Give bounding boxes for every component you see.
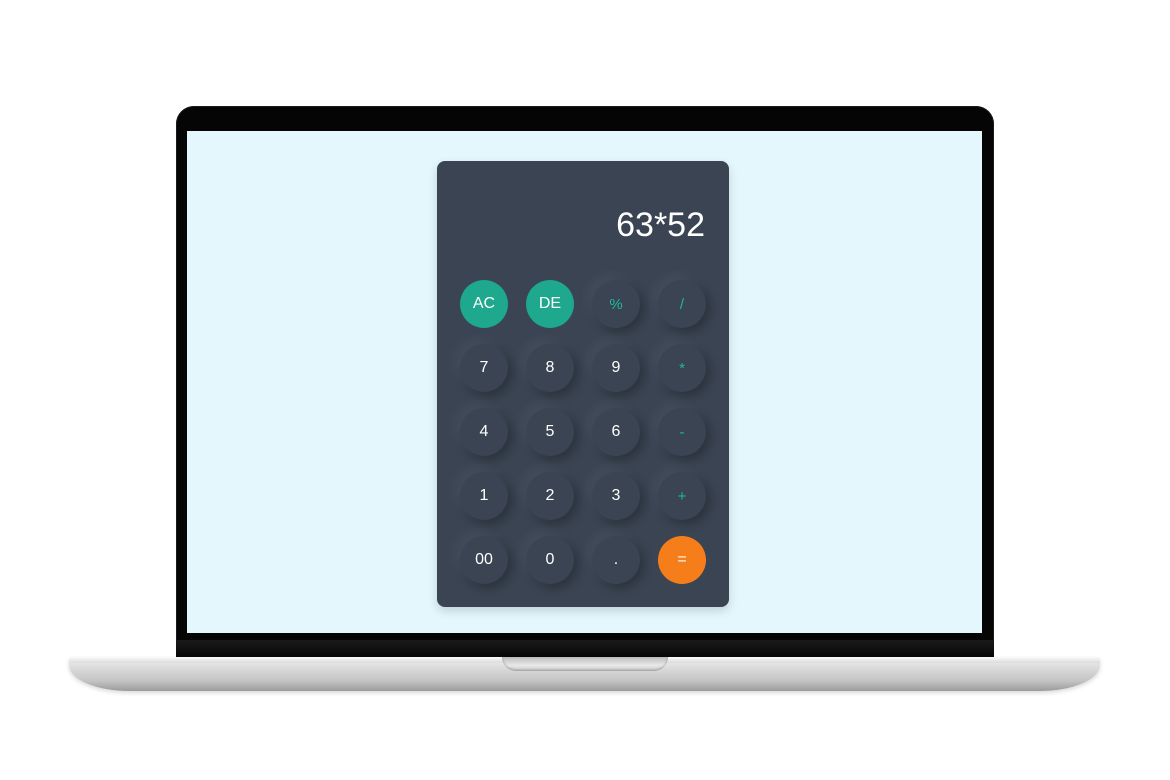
subtract-button[interactable]: - — [658, 408, 706, 456]
digit-9-button[interactable]: 9 — [592, 344, 640, 392]
laptop-mockup: 63*52 AC DE % / 7 8 9 * 4 5 6 - 1 2 3 + … — [0, 0, 1170, 780]
calculator-keypad: AC DE % / 7 8 9 * 4 5 6 - 1 2 3 + 00 0 .… — [460, 280, 706, 584]
calculator-display[interactable]: 63*52 — [457, 203, 705, 247]
digit-4-button[interactable]: 4 — [460, 408, 508, 456]
digit-0-button[interactable]: 0 — [526, 536, 574, 584]
delete-button[interactable]: DE — [526, 280, 574, 328]
percent-button[interactable]: % — [592, 280, 640, 328]
laptop-hinge — [176, 640, 994, 658]
laptop-screen: 63*52 AC DE % / 7 8 9 * 4 5 6 - 1 2 3 + … — [187, 131, 982, 633]
add-button[interactable]: + — [658, 472, 706, 520]
digit-2-button[interactable]: 2 — [526, 472, 574, 520]
digit-3-button[interactable]: 3 — [592, 472, 640, 520]
decimal-point-button[interactable]: . — [592, 536, 640, 584]
equals-button[interactable]: = — [658, 536, 706, 584]
calculator: 63*52 AC DE % / 7 8 9 * 4 5 6 - 1 2 3 + … — [437, 161, 729, 607]
digit-7-button[interactable]: 7 — [460, 344, 508, 392]
laptop-notch — [502, 657, 668, 671]
digit-6-button[interactable]: 6 — [592, 408, 640, 456]
ac-button[interactable]: AC — [460, 280, 508, 328]
digit-8-button[interactable]: 8 — [526, 344, 574, 392]
multiply-button[interactable]: * — [658, 344, 706, 392]
digit-1-button[interactable]: 1 — [460, 472, 508, 520]
divide-button[interactable]: / — [658, 280, 706, 328]
digit-5-button[interactable]: 5 — [526, 408, 574, 456]
double-zero-button[interactable]: 00 — [460, 536, 508, 584]
